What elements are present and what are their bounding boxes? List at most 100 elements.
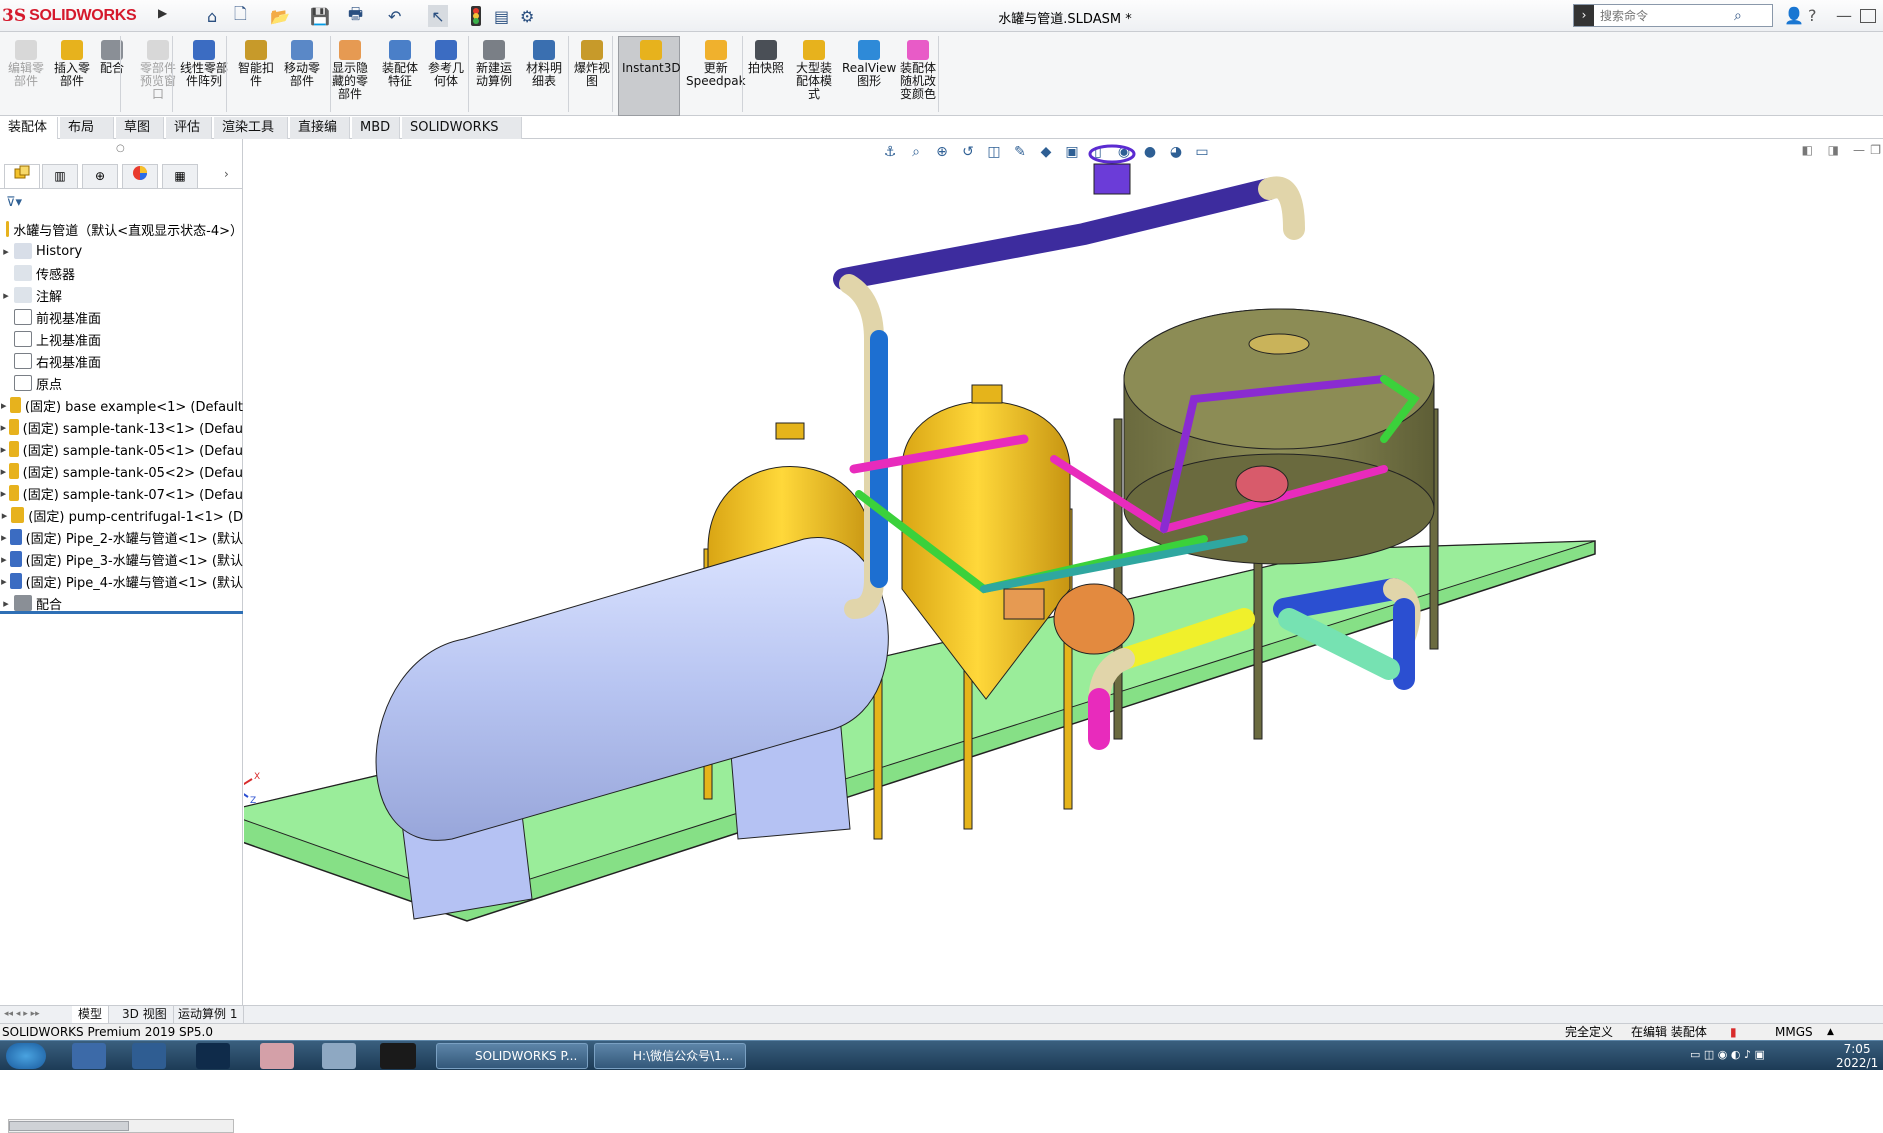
tab-6[interactable]: MBD (352, 117, 400, 139)
unit-menu-arrow-icon[interactable]: ▲ (1827, 1024, 1834, 1040)
tab-5[interactable]: 直接编辑 (290, 117, 350, 156)
rebuild-traffic-light-icon[interactable] (470, 5, 482, 27)
smart-fasteners-button[interactable]: 智能扣 件 (238, 40, 274, 88)
check-valve[interactable] (1235, 465, 1289, 503)
assembly-features-button[interactable]: 装配体 特征 (382, 40, 418, 88)
expand-arrow-icon[interactable]: ▸ (0, 465, 7, 478)
rebuild-indicator-icon[interactable]: ▮ (1730, 1024, 1737, 1040)
bottom-tab-1[interactable]: 3D 视图 (116, 1006, 174, 1024)
expand-arrow-icon[interactable]: ▸ (0, 399, 8, 412)
expand-arrow-icon[interactable]: ▸ (0, 289, 12, 302)
media-app-icon[interactable] (260, 1043, 294, 1069)
graphics-area[interactable]: ⚓ ⌕ ⊕ ↺ ◫ ✎ ◆ ▣ ▯ ◉ ● ◕ ▭ ◧ ◨ — ❐ X Z (244, 139, 1883, 1005)
paint-app-icon[interactable] (322, 1043, 356, 1069)
bill-of-materials-button[interactable]: 材料明 细表 (526, 40, 562, 88)
expand-arrow-icon[interactable]: ▸ (0, 531, 8, 544)
system-tray-icons[interactable]: ▭ ◫ ◉ ◐ ♪ ▣ (1690, 1048, 1765, 1061)
undo-icon[interactable]: ↶ (388, 5, 401, 27)
clock[interactable]: 7:05 2022/1 (1836, 1042, 1878, 1070)
instant3d-button[interactable]: Instant3D (622, 40, 681, 75)
tab-0[interactable]: 装配体 (0, 117, 58, 139)
gate-valve-body[interactable] (1093, 163, 1131, 195)
realview-graphics-button[interactable]: RealView 图形 (842, 40, 896, 88)
help-icon[interactable]: ? (1808, 6, 1817, 25)
tree-item[interactable]: ▸ (固定) Pipe_2-水罐与管道<1> (默认 (0, 526, 243, 548)
photoshop-icon[interactable] (196, 1043, 230, 1069)
tree-item[interactable]: ▸ (固定) pump-centrifugal-1<1> (D (0, 504, 243, 526)
large-assembly-mode-button[interactable]: 大型装 配体模 式 (796, 40, 832, 101)
assembly-random-colors-button[interactable]: 装配体 随机改 变颜色 (900, 40, 936, 101)
cam-manager-tab-icon[interactable]: ▦ (162, 164, 198, 188)
component-preview-window-button[interactable]: 零部件 预览窗 口 (140, 40, 176, 101)
start-button-icon[interactable] (6, 1043, 46, 1069)
options-gear-icon[interactable]: ⚙ (520, 5, 534, 27)
tree-item[interactable]: 传感器 (0, 262, 243, 284)
bottom-tab-0[interactable]: 模型 (72, 1006, 110, 1024)
move-component-button[interactable]: 移动零 部件 (284, 40, 320, 88)
tree-item[interactable]: ▸ 注解 (0, 284, 243, 306)
new-motion-study-button[interactable]: 新建运 动算例 (476, 40, 512, 88)
more-tabs-arrow-icon[interactable]: › (224, 167, 229, 181)
linear-component-pattern-button[interactable]: 线性零部 件阵列 (180, 40, 228, 88)
tree-item[interactable]: 原点 (0, 372, 243, 394)
save-icon[interactable]: 💾 (310, 5, 330, 27)
take-snapshot-button[interactable]: 拍快照 (748, 40, 784, 75)
browser-icon[interactable] (132, 1043, 166, 1069)
tree-item[interactable]: ▸ (固定) base example<1> (Default (0, 394, 243, 416)
tree-item[interactable]: ▸ (固定) sample-tank-05<2> (Defau (0, 460, 243, 482)
home-icon[interactable]: ⌂ (207, 5, 217, 27)
feature-tree-tab-icon[interactable] (4, 164, 40, 188)
minimize-icon[interactable]: — (1836, 6, 1852, 25)
select-cursor-icon[interactable]: ↖ (428, 5, 448, 27)
tree-item[interactable]: ▸ (固定) Pipe_4-水罐与管道<1> (默认 (0, 570, 243, 592)
exploded-view-button[interactable]: 爆炸视 图 (574, 40, 610, 88)
cloud-app-icon[interactable] (72, 1043, 106, 1069)
horizontal-scrollbar[interactable] (8, 1119, 234, 1133)
handwheel-valve[interactable] (1088, 144, 1136, 164)
tab-4[interactable]: 渲染工具 (214, 117, 288, 139)
scrollbar-thumb[interactable] (9, 1121, 129, 1131)
tree-item[interactable]: ▸ (固定) sample-tank-07<1> (Defau (0, 482, 243, 504)
user-account-icon[interactable]: 👤 (1784, 6, 1804, 25)
new-document-icon[interactable]: 🗋 (234, 4, 247, 27)
unit-system[interactable]: MMGS (1775, 1024, 1813, 1040)
solidworks-logo[interactable]: 3S SOLIDWORKS (2, 4, 158, 28)
rollback-bar[interactable] (0, 611, 243, 614)
recorder-app-icon[interactable] (380, 1043, 416, 1069)
taskbar-solidworks[interactable]: SOLIDWORKS P... (436, 1043, 588, 1069)
insert-components-button[interactable]: 插入零 部件 (54, 40, 90, 88)
expand-arrow-icon[interactable]: ▸ (0, 245, 12, 258)
open-folder-icon[interactable]: 📂 (270, 5, 290, 27)
taskbar-explorer[interactable]: H:\微信公众号\1... (594, 1043, 746, 1069)
tree-item[interactable]: 右视基准面 (0, 350, 243, 372)
configuration-manager-tab-icon[interactable]: ⊕ (82, 164, 118, 188)
menu-expand-arrow-icon[interactable]: ▶ (158, 6, 174, 26)
maximize-icon[interactable] (1860, 9, 1876, 23)
tab-scroll-arrows-icon[interactable]: ◂◂ ◂ ▸ ▸▸ (4, 1009, 40, 1019)
bottom-tab-2[interactable]: 运动算例 1 (172, 1006, 245, 1024)
filter-icon[interactable]: ⊽▾ (6, 195, 22, 210)
expand-arrow-icon[interactable]: ▸ (0, 553, 8, 566)
search-icon[interactable]: ⌕ (1734, 8, 1742, 24)
tab-1[interactable]: 布局 (60, 117, 114, 139)
tree-item[interactable]: ▸ (固定) Pipe_3-水罐与管道<1> (默认 (0, 548, 243, 570)
tree-root-assembly[interactable]: 水罐与管道（默认<直观显示状态-4>） (0, 218, 243, 240)
tree-item[interactable]: ▸ History (0, 240, 243, 262)
search-input[interactable] (1594, 5, 1734, 26)
tree-item[interactable]: 前视基准面 (0, 306, 243, 328)
print-icon[interactable]: 🖶 (348, 4, 363, 27)
tree-item[interactable]: ▸ (固定) sample-tank-13<1> (Defau (0, 416, 243, 438)
expand-arrow-icon[interactable]: ▸ (0, 575, 8, 588)
tab-3[interactable]: 评估 (166, 117, 212, 139)
edit-component-button[interactable]: 编辑零 部件 (8, 40, 44, 88)
tree-item[interactable]: 上视基准面 (0, 328, 243, 350)
reference-geometry-button[interactable]: 参考几 何体 (428, 40, 464, 88)
file-properties-icon[interactable]: ▤ (494, 5, 509, 27)
tab-2[interactable]: 草图 (116, 117, 164, 139)
panel-collapse-handle[interactable]: ○ (116, 143, 125, 154)
update-speedpak-button[interactable]: 更新 Speedpak (686, 40, 746, 88)
expand-arrow-icon[interactable]: ▸ (0, 509, 9, 522)
assembly-model[interactable]: Y X Z (244, 139, 1883, 1005)
property-manager-tab-icon[interactable]: ▥ (42, 164, 78, 188)
search-command-box[interactable]: › ⌕ (1573, 4, 1773, 27)
